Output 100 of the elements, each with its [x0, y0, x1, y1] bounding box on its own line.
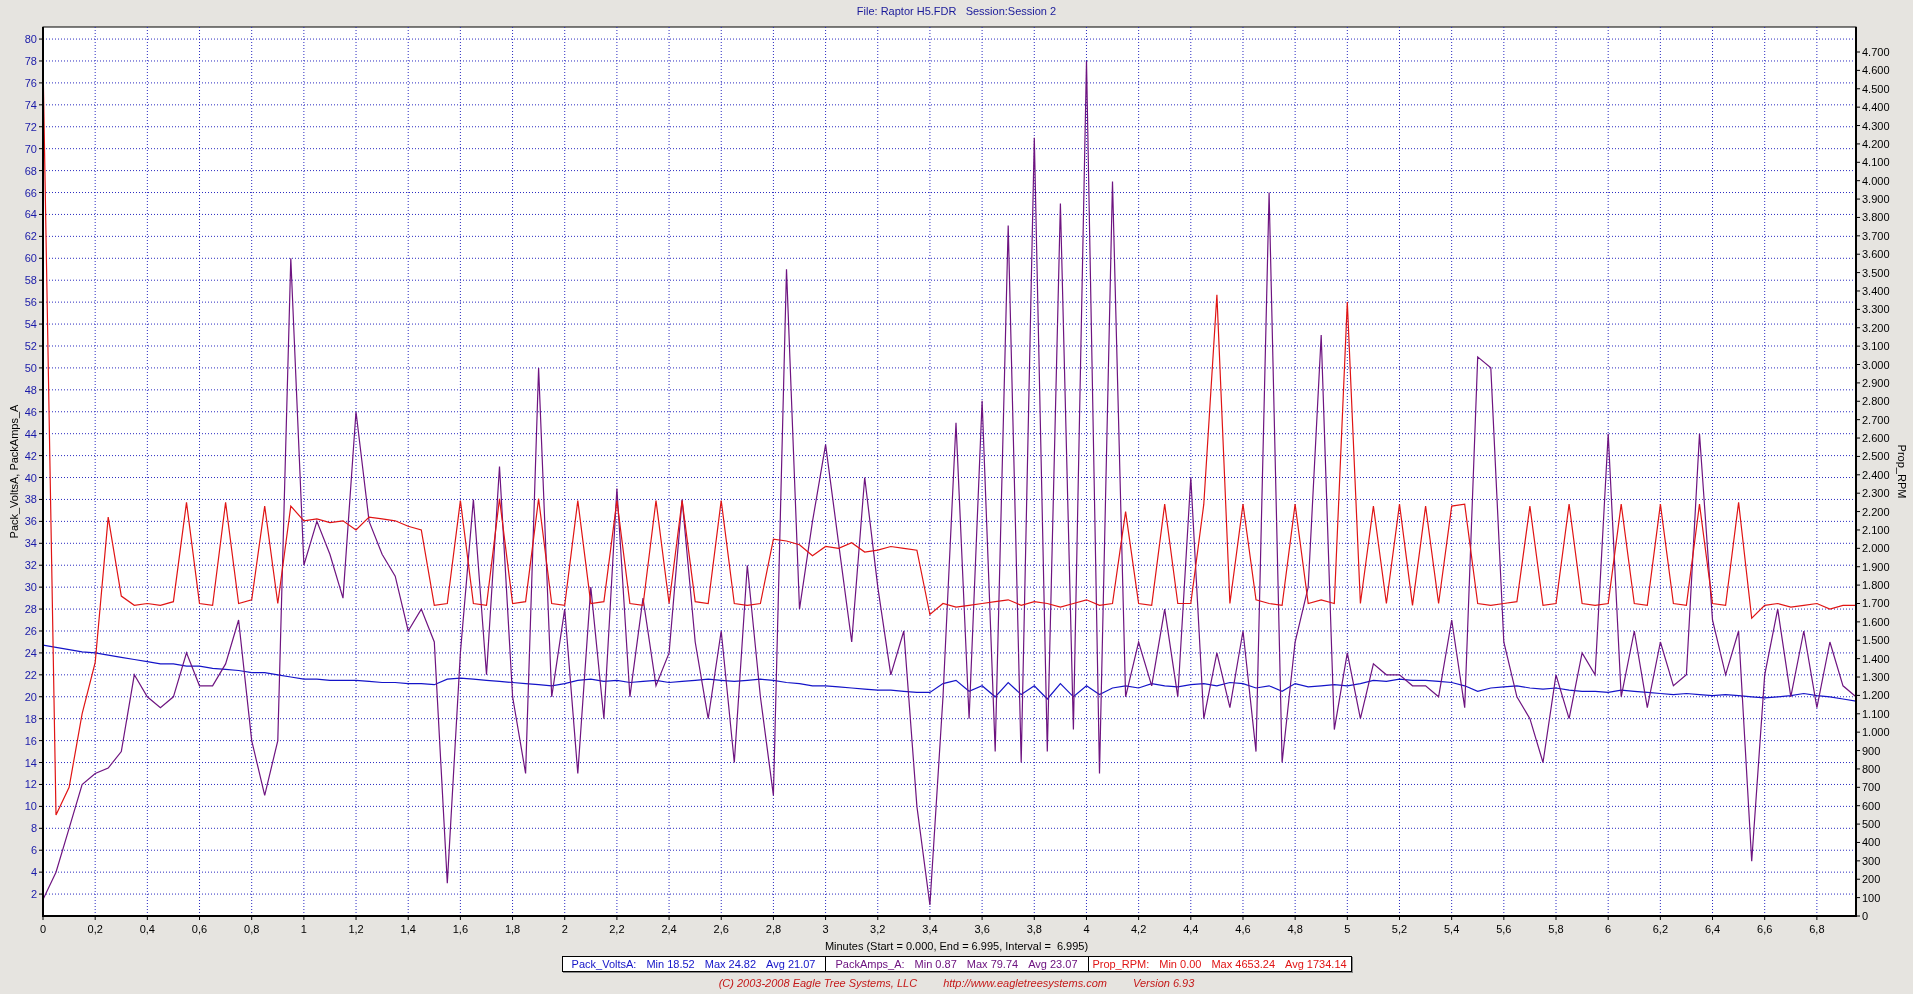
axis-tick-label: 2.100 — [1862, 523, 1890, 536]
axis-tick-label: 26 — [24, 625, 37, 637]
axis-tick-label: 14 — [24, 756, 37, 769]
legend-value: Max 4653.24 — [1211, 958, 1276, 970]
axis-tick-label: 22 — [24, 668, 37, 681]
axis-tick-label: 1.600 — [1862, 615, 1890, 628]
axis-tick-label: 3,8 — [1026, 923, 1042, 935]
axis-tick-label: 36 — [24, 515, 37, 528]
axis-tick-label: 50 — [24, 361, 37, 374]
axis-tick-label: 3.600 — [1862, 248, 1890, 261]
axis-tick-label: 4.300 — [1862, 119, 1890, 132]
axis-tick-label: 68 — [24, 164, 37, 177]
axis-tick-label: 3.100 — [1862, 340, 1890, 353]
axis-tick-label: 4.500 — [1862, 82, 1890, 95]
axis-tick-label: 2 — [561, 923, 568, 935]
axis-tick-label: 6,2 — [1652, 923, 1668, 935]
axis-tick-label: 32 — [24, 559, 37, 572]
axis-tick-label: 3.400 — [1862, 285, 1890, 297]
legend-label: PackAmps_A: — [835, 958, 905, 970]
axis-tick-label: 4 — [30, 866, 37, 879]
axis-tick-label: 8 — [30, 822, 37, 835]
axis-tick-label: 1 — [300, 923, 307, 935]
axis-tick-label: 4.000 — [1862, 174, 1890, 187]
y-axis-label: Pack_VoltsA, PackAmps_A — [8, 404, 20, 539]
axis-tick-label: 4,4 — [1183, 923, 1199, 935]
axis-tick-label: 3,4 — [922, 923, 938, 935]
axis-tick-label: 48 — [24, 383, 37, 396]
axis-tick-label: 4,8 — [1287, 923, 1303, 935]
axis-tick-label: 76 — [24, 76, 37, 89]
axis-tick-label: 100 — [1862, 891, 1881, 904]
axis-tick-label: 52 — [24, 340, 37, 352]
axis-tick-label: 0,6 — [191, 923, 208, 935]
axis-tick-label: 5,4 — [1444, 923, 1460, 935]
axis-tick-label: 80 — [24, 33, 37, 46]
axis-tick-label: 0,8 — [244, 923, 260, 935]
axis-tick-label: 1,8 — [504, 923, 521, 935]
axis-tick-label: 6 — [1605, 923, 1612, 935]
axis-tick-label: 3.900 — [1862, 193, 1890, 206]
axis-tick-label: 4,6 — [1235, 923, 1251, 935]
axis-tick-label: 4.600 — [1862, 64, 1890, 77]
axis-tick-label: 4.200 — [1862, 137, 1890, 150]
axis-tick-label: 500 — [1862, 818, 1881, 831]
axis-tick-label: 58 — [24, 274, 37, 287]
axis-tick-label: 4 — [1083, 923, 1090, 935]
legend-label: Pack_VoltsA: — [571, 958, 637, 970]
axis-tick-label: 1,6 — [452, 923, 469, 935]
legend-value: Min 0.87 — [914, 958, 957, 970]
axis-tick-label: 3.300 — [1862, 303, 1890, 316]
axis-tick-label: 2.600 — [1862, 432, 1890, 445]
axis-tick-label: 4.700 — [1862, 46, 1890, 58]
axis-tick-label: 2.500 — [1862, 450, 1890, 463]
axis-tick-label: 60 — [24, 252, 37, 265]
axis-tick-label: 18 — [24, 712, 37, 725]
axis-tick-label: 42 — [24, 449, 37, 462]
axis-tick-label: 3,2 — [870, 923, 886, 935]
axis-tick-label: 4.400 — [1862, 101, 1890, 114]
axis-tick-label: 38 — [24, 493, 37, 506]
axis-tick-label: 800 — [1862, 762, 1881, 775]
axis-tick-label: 2,6 — [713, 923, 729, 935]
axis-tick-label: 30 — [24, 581, 37, 594]
axis-tick-label: 2.400 — [1862, 468, 1890, 481]
axis-tick-label: 46 — [24, 405, 37, 418]
axis-tick-label: 600 — [1862, 799, 1881, 812]
axis-tick-label: 74 — [24, 98, 37, 111]
axis-tick-label: 2 — [30, 888, 37, 901]
y-axis-label: Prop_RPM — [1896, 444, 1908, 499]
axis-tick-label: 5,6 — [1496, 923, 1512, 935]
axis-tick-label: 70 — [24, 142, 37, 155]
axis-tick-label: 1.200 — [1862, 689, 1890, 702]
axis-tick-label: 900 — [1862, 744, 1881, 757]
axis-tick-label: 56 — [24, 296, 37, 309]
legend-value: Avg 23.07 — [1028, 958, 1078, 970]
axis-tick-label: 1.400 — [1862, 652, 1890, 665]
legend-value: Min 18.52 — [646, 958, 695, 970]
axis-tick-label: 24 — [24, 646, 37, 659]
axis-tick-label: 0 — [39, 923, 47, 935]
axis-tick-label: 0 — [1862, 910, 1869, 922]
axis-tick-label: 3 — [822, 923, 829, 935]
axis-tick-label: 6 — [30, 844, 37, 857]
axis-tick-label: 78 — [24, 55, 37, 67]
axis-tick-label: 6,6 — [1757, 923, 1773, 935]
axis-tick-label: 20 — [24, 690, 37, 703]
axis-tick-label: 3,6 — [974, 923, 990, 935]
axis-tick-label: 34 — [24, 537, 37, 550]
website-link[interactable]: http://www.eagletreesystems.com — [943, 977, 1107, 989]
legend-value: Max 79.74 — [966, 958, 1019, 970]
axis-tick-label: 2.800 — [1862, 395, 1890, 408]
axis-tick-label: 2.900 — [1862, 376, 1890, 389]
axis-tick-label: 1.900 — [1862, 560, 1890, 573]
axis-tick-label: 62 — [24, 230, 37, 243]
axis-tick-label: 3.700 — [1862, 229, 1890, 242]
axis-tick-label: 64 — [24, 208, 37, 221]
axis-tick-label: 6,4 — [1704, 923, 1721, 935]
axis-tick-label: 6,8 — [1809, 923, 1825, 935]
legend-value: Avg 1734.14 — [1285, 958, 1347, 970]
axis-tick-label: 1.100 — [1862, 707, 1890, 720]
axis-tick-label: 5,8 — [1548, 923, 1564, 935]
axis-tick-label: 2,4 — [661, 923, 677, 935]
axis-tick-label: 10 — [24, 800, 37, 813]
axis-tick-label: 1.700 — [1862, 597, 1890, 610]
